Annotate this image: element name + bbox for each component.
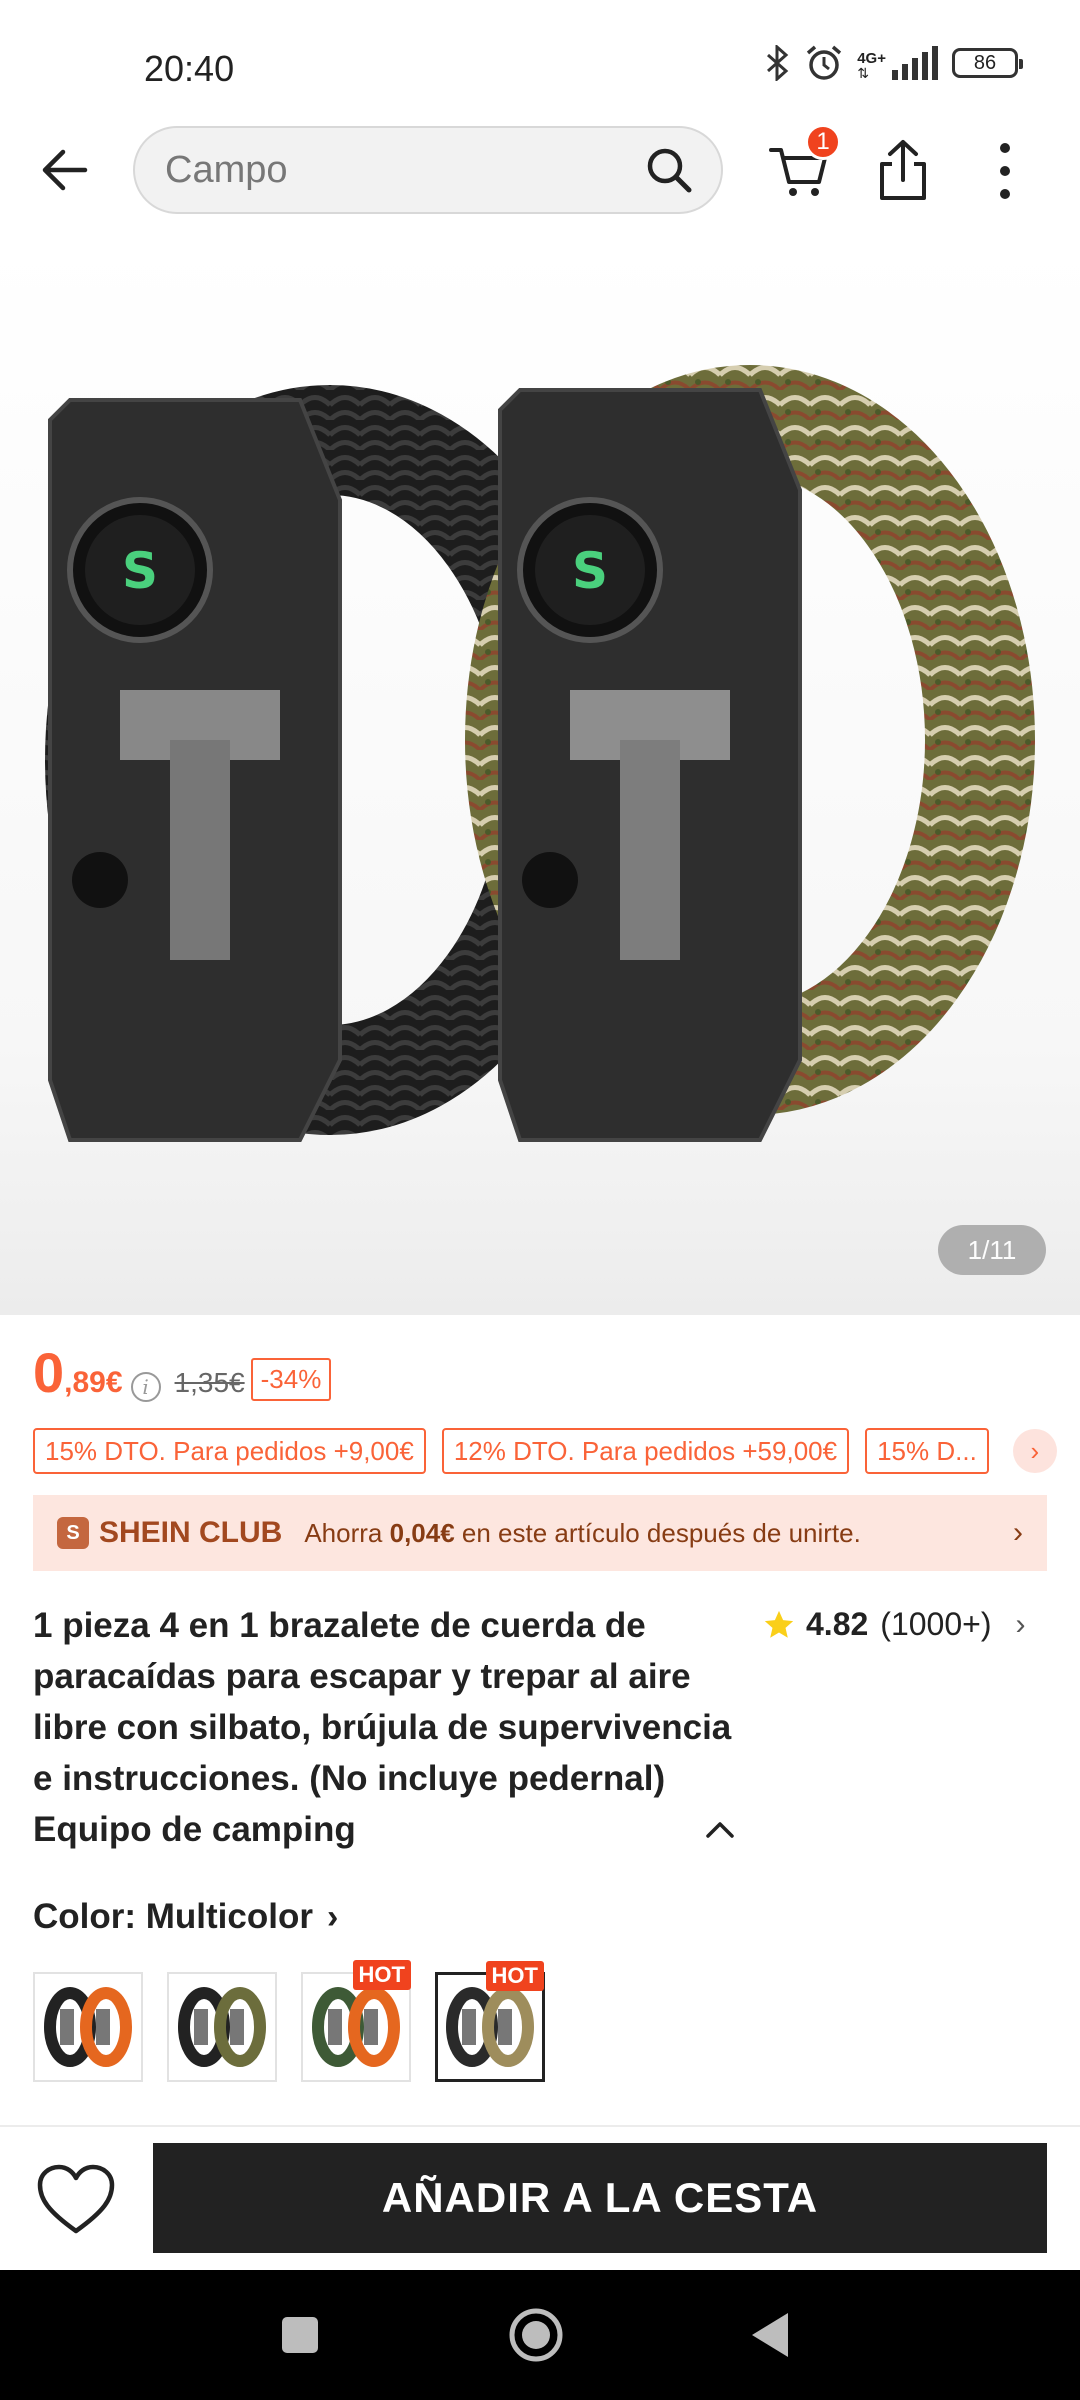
wishlist-button[interactable] (36, 2163, 116, 2237)
product-image-gallery[interactable]: S S 1/11 (0, 240, 1080, 1315)
coupon-1[interactable]: 15% DTO. Para pedidos +9,00€ (33, 1428, 426, 1474)
alarm-icon (807, 45, 842, 80)
more-options-button[interactable] (985, 136, 1025, 206)
back-button[interactable] (30, 140, 100, 200)
price-row: 0 ,89€ i 1,35€ -34% (33, 1340, 332, 1410)
search-placeholder: Campo (165, 148, 288, 191)
shein-club-logo-icon: S (57, 1517, 89, 1549)
back-arrow-icon (42, 149, 88, 191)
club-name: SHEIN CLUB (99, 1516, 283, 1549)
battery-icon: 86 (952, 48, 1023, 78)
chevron-right-icon: › (1015, 1607, 1026, 1641)
club-savings-amount: 0,04€ (389, 1517, 455, 1548)
bottom-action-bar: AÑADIR A LA CESTA (0, 2125, 1080, 2270)
chevron-right-icon: › (1013, 1516, 1023, 1549)
rating-summary[interactable]: 4.82 (1000+) › (762, 1606, 1025, 1643)
coupon-more-button[interactable]: › (1012, 1429, 1057, 1473)
cart-count-badge: 1 (805, 124, 841, 160)
status-icons: 4G+ ⇅ 86 (765, 44, 1023, 82)
swatch-thumbnail (178, 1987, 266, 2067)
color-swatch-row: HOT HOT (33, 1960, 545, 2082)
product-title-block: 1 pieza 4 en 1 brazalete de cuerda de pa… (33, 1600, 753, 1855)
product-photo: S S (45, 365, 1035, 1142)
shein-club-banner[interactable]: S SHEIN CLUB Ahorra 0,04€ en este artícu… (33, 1495, 1047, 1571)
home-icon[interactable] (506, 2305, 566, 2365)
color-swatch-black-camo[interactable]: HOT (435, 1961, 545, 2082)
hot-badge: HOT (352, 1960, 411, 1990)
share-icon (880, 140, 926, 200)
color-label: Color: Multicolor (33, 1897, 313, 1936)
recent-apps-icon[interactable] (270, 2305, 330, 2365)
club-savings-text: Ahorra 0,04€ en este artículo después de… (304, 1517, 861, 1548)
coupon-row: 15% DTO. Para pedidos +9,00€ 12% DTO. Pa… (33, 1428, 1080, 1474)
coupon-2[interactable]: 12% DTO. Para pedidos +59,00€ (441, 1428, 850, 1474)
svg-text:S: S (572, 542, 608, 600)
cart-button[interactable]: 1 (765, 124, 841, 206)
rating-value: 4.82 (806, 1606, 869, 1642)
color-selector-label[interactable]: Color: Multicolor › (33, 1897, 338, 1937)
chevron-right-icon: › (326, 1897, 339, 1936)
star-icon (764, 1610, 794, 1638)
more-vertical-icon (1000, 143, 1010, 199)
color-swatch-black-olive[interactable] (167, 1972, 277, 2082)
discount-badge: -34% (250, 1358, 332, 1401)
top-nav: Campo 1 (0, 120, 1080, 220)
rating-count: (1000+) (880, 1606, 992, 1642)
bluetooth-icon (767, 45, 789, 81)
search-input[interactable]: Campo (133, 126, 723, 214)
swatch-thumbnail (44, 1987, 132, 2067)
signal-icon: 4G+ ⇅ (857, 46, 938, 80)
chevron-right-icon: › (1030, 1435, 1040, 1466)
color-swatch-camo-orange[interactable]: HOT (301, 1960, 411, 2082)
original-price: 1,35€ (174, 1367, 245, 1398)
price-integer: 0 (33, 1341, 65, 1404)
network-label: 4G+ (857, 50, 886, 67)
add-to-cart-button[interactable]: AÑADIR A LA CESTA (153, 2143, 1047, 2253)
svg-text:S: S (122, 542, 158, 600)
price-info-icon[interactable]: i (130, 1372, 161, 1402)
search-icon[interactable] (645, 146, 693, 194)
color-swatch-black-orange[interactable] (33, 1972, 143, 2082)
share-button[interactable] (868, 136, 938, 206)
system-navigation-bar (0, 2270, 1080, 2400)
status-bar: 20:40 4G+ ⇅ 86 (0, 0, 1080, 120)
price-decimal: ,89€ (64, 1366, 123, 1399)
chevron-up-icon[interactable] (700, 1810, 740, 1850)
back-triangle-icon[interactable] (742, 2305, 802, 2365)
product-title: 1 pieza 4 en 1 brazalete de cuerda de pa… (33, 1606, 732, 1849)
swatch-thumbnail (312, 1987, 400, 2067)
swatch-thumbnail (446, 1987, 534, 2067)
coupon-3[interactable]: 15% D... (865, 1428, 989, 1474)
image-counter: 1/11 (938, 1225, 1046, 1275)
hot-badge: HOT (485, 1961, 544, 1991)
heart-icon (37, 2164, 115, 2234)
status-time: 20:40 (144, 48, 235, 89)
